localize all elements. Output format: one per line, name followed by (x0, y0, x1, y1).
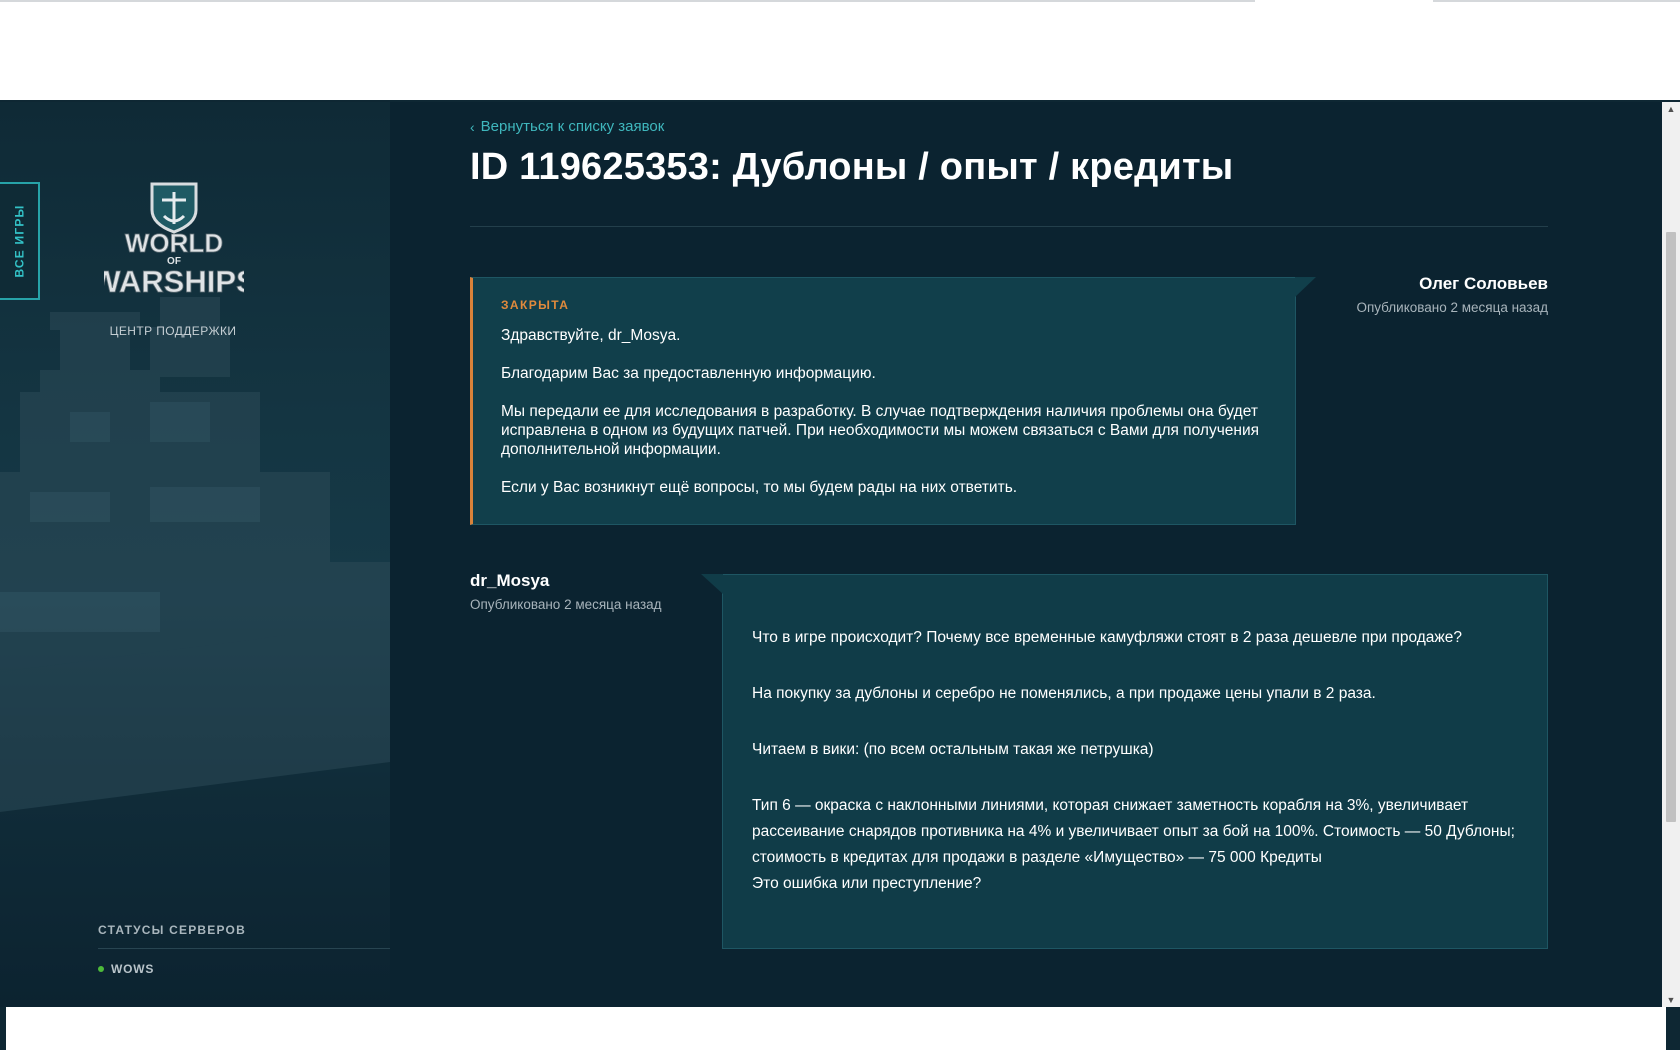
message-paragraph: Читаем в вики: (по всем остальным такая … (752, 741, 1154, 758)
support-author-info: Олег Соловьев Опубликовано 2 месяца наза… (1356, 274, 1548, 315)
browser-bottom-area (0, 1007, 1680, 1050)
scroll-up-arrow-icon[interactable]: ▲ (1662, 102, 1680, 116)
ticket-title: ID 119625353: Дублоны / опыт / кредиты (470, 146, 1234, 188)
back-to-tickets-link[interactable]: ‹ Вернуться к списку заявок (470, 118, 664, 135)
all-games-label: ВСЕ ИГРЫ (12, 204, 26, 278)
svg-text:WARSHIPS: WARSHIPS (104, 264, 244, 299)
published-time: Опубликовано 2 месяца назад (470, 597, 662, 612)
author-name: Олег Соловьев (1419, 274, 1548, 293)
message-paragraph: Если у Вас возникнут ещё вопросы, то мы … (501, 479, 1018, 496)
user-message: Что в игре происходит? Почему все времен… (701, 574, 1548, 949)
chevron-left-icon: ‹ (470, 118, 475, 135)
server-name: WOWS (111, 962, 155, 976)
message-paragraph: На покупку за дублоны и серебро не помен… (752, 685, 1376, 702)
author-name: dr_Mosya (470, 571, 550, 590)
server-status-heading: СТАТУСЫ СЕРВЕРОВ (98, 923, 246, 937)
scroll-down-arrow-icon[interactable]: ▼ (1662, 993, 1680, 1007)
message-line: Тип 6 — окраска с наклонными линиями, ко… (752, 797, 1515, 866)
message-paragraph: Что в игре происходит? Почему все времен… (752, 629, 1462, 646)
browser-top-area (0, 0, 1680, 102)
status-online-icon (98, 966, 104, 972)
scrollbar-thumb[interactable] (1666, 232, 1676, 822)
ticket-main: ‹ Вернуться к списку заявок ID 119625353… (390, 102, 1662, 1007)
world-of-warships-logo[interactable]: WORLD OF WARSHIPS (104, 180, 244, 308)
message-body: Здравствуйте, dr_Mosya. Благодарим Вас з… (501, 326, 1267, 497)
support-app: ВСЕ ИГРЫ WORLD OF WARSHIPS ЦЕНТР ПОДДЕРЖ… (0, 102, 1662, 1007)
all-games-tab[interactable]: ВСЕ ИГРЫ (0, 182, 40, 300)
support-center-label: ЦЕНТР ПОДДЕРЖКИ (109, 324, 237, 338)
page-scrollbar[interactable]: ▲ ▼ (1662, 102, 1680, 1007)
message-line: Это ошибка или преступление? (752, 875, 982, 892)
svg-text:WORLD: WORLD (125, 228, 223, 258)
divider (98, 948, 390, 949)
ticket-status-badge: ЗАКРЫТА (501, 298, 570, 312)
message-paragraph: Мы передали ее для исследования в разраб… (501, 403, 1260, 458)
user-author-info: dr_Mosya Опубликовано 2 месяца назад (470, 571, 662, 612)
message-paragraph: Тип 6 — окраска с наклонными линиями, ко… (752, 793, 1519, 897)
message-paragraph: Здравствуйте, dr_Mosya. (501, 327, 681, 344)
message-paragraph: Благодарим Вас за предоставленную информ… (501, 365, 876, 382)
sidebar: ВСЕ ИГРЫ WORLD OF WARSHIPS ЦЕНТР ПОДДЕРЖ… (0, 102, 391, 1007)
divider (470, 226, 1548, 227)
server-status-item[interactable]: WOWS (98, 962, 154, 976)
support-message: ЗАКРЫТА Здравствуйте, dr_Mosya. Благодар… (470, 277, 1316, 525)
published-time: Опубликовано 2 месяца назад (1356, 300, 1548, 315)
message-body: Что в игре происходит? Почему все времен… (752, 625, 1519, 897)
battleship-background-image (0, 297, 390, 812)
back-link-label: Вернуться к списку заявок (480, 118, 665, 135)
